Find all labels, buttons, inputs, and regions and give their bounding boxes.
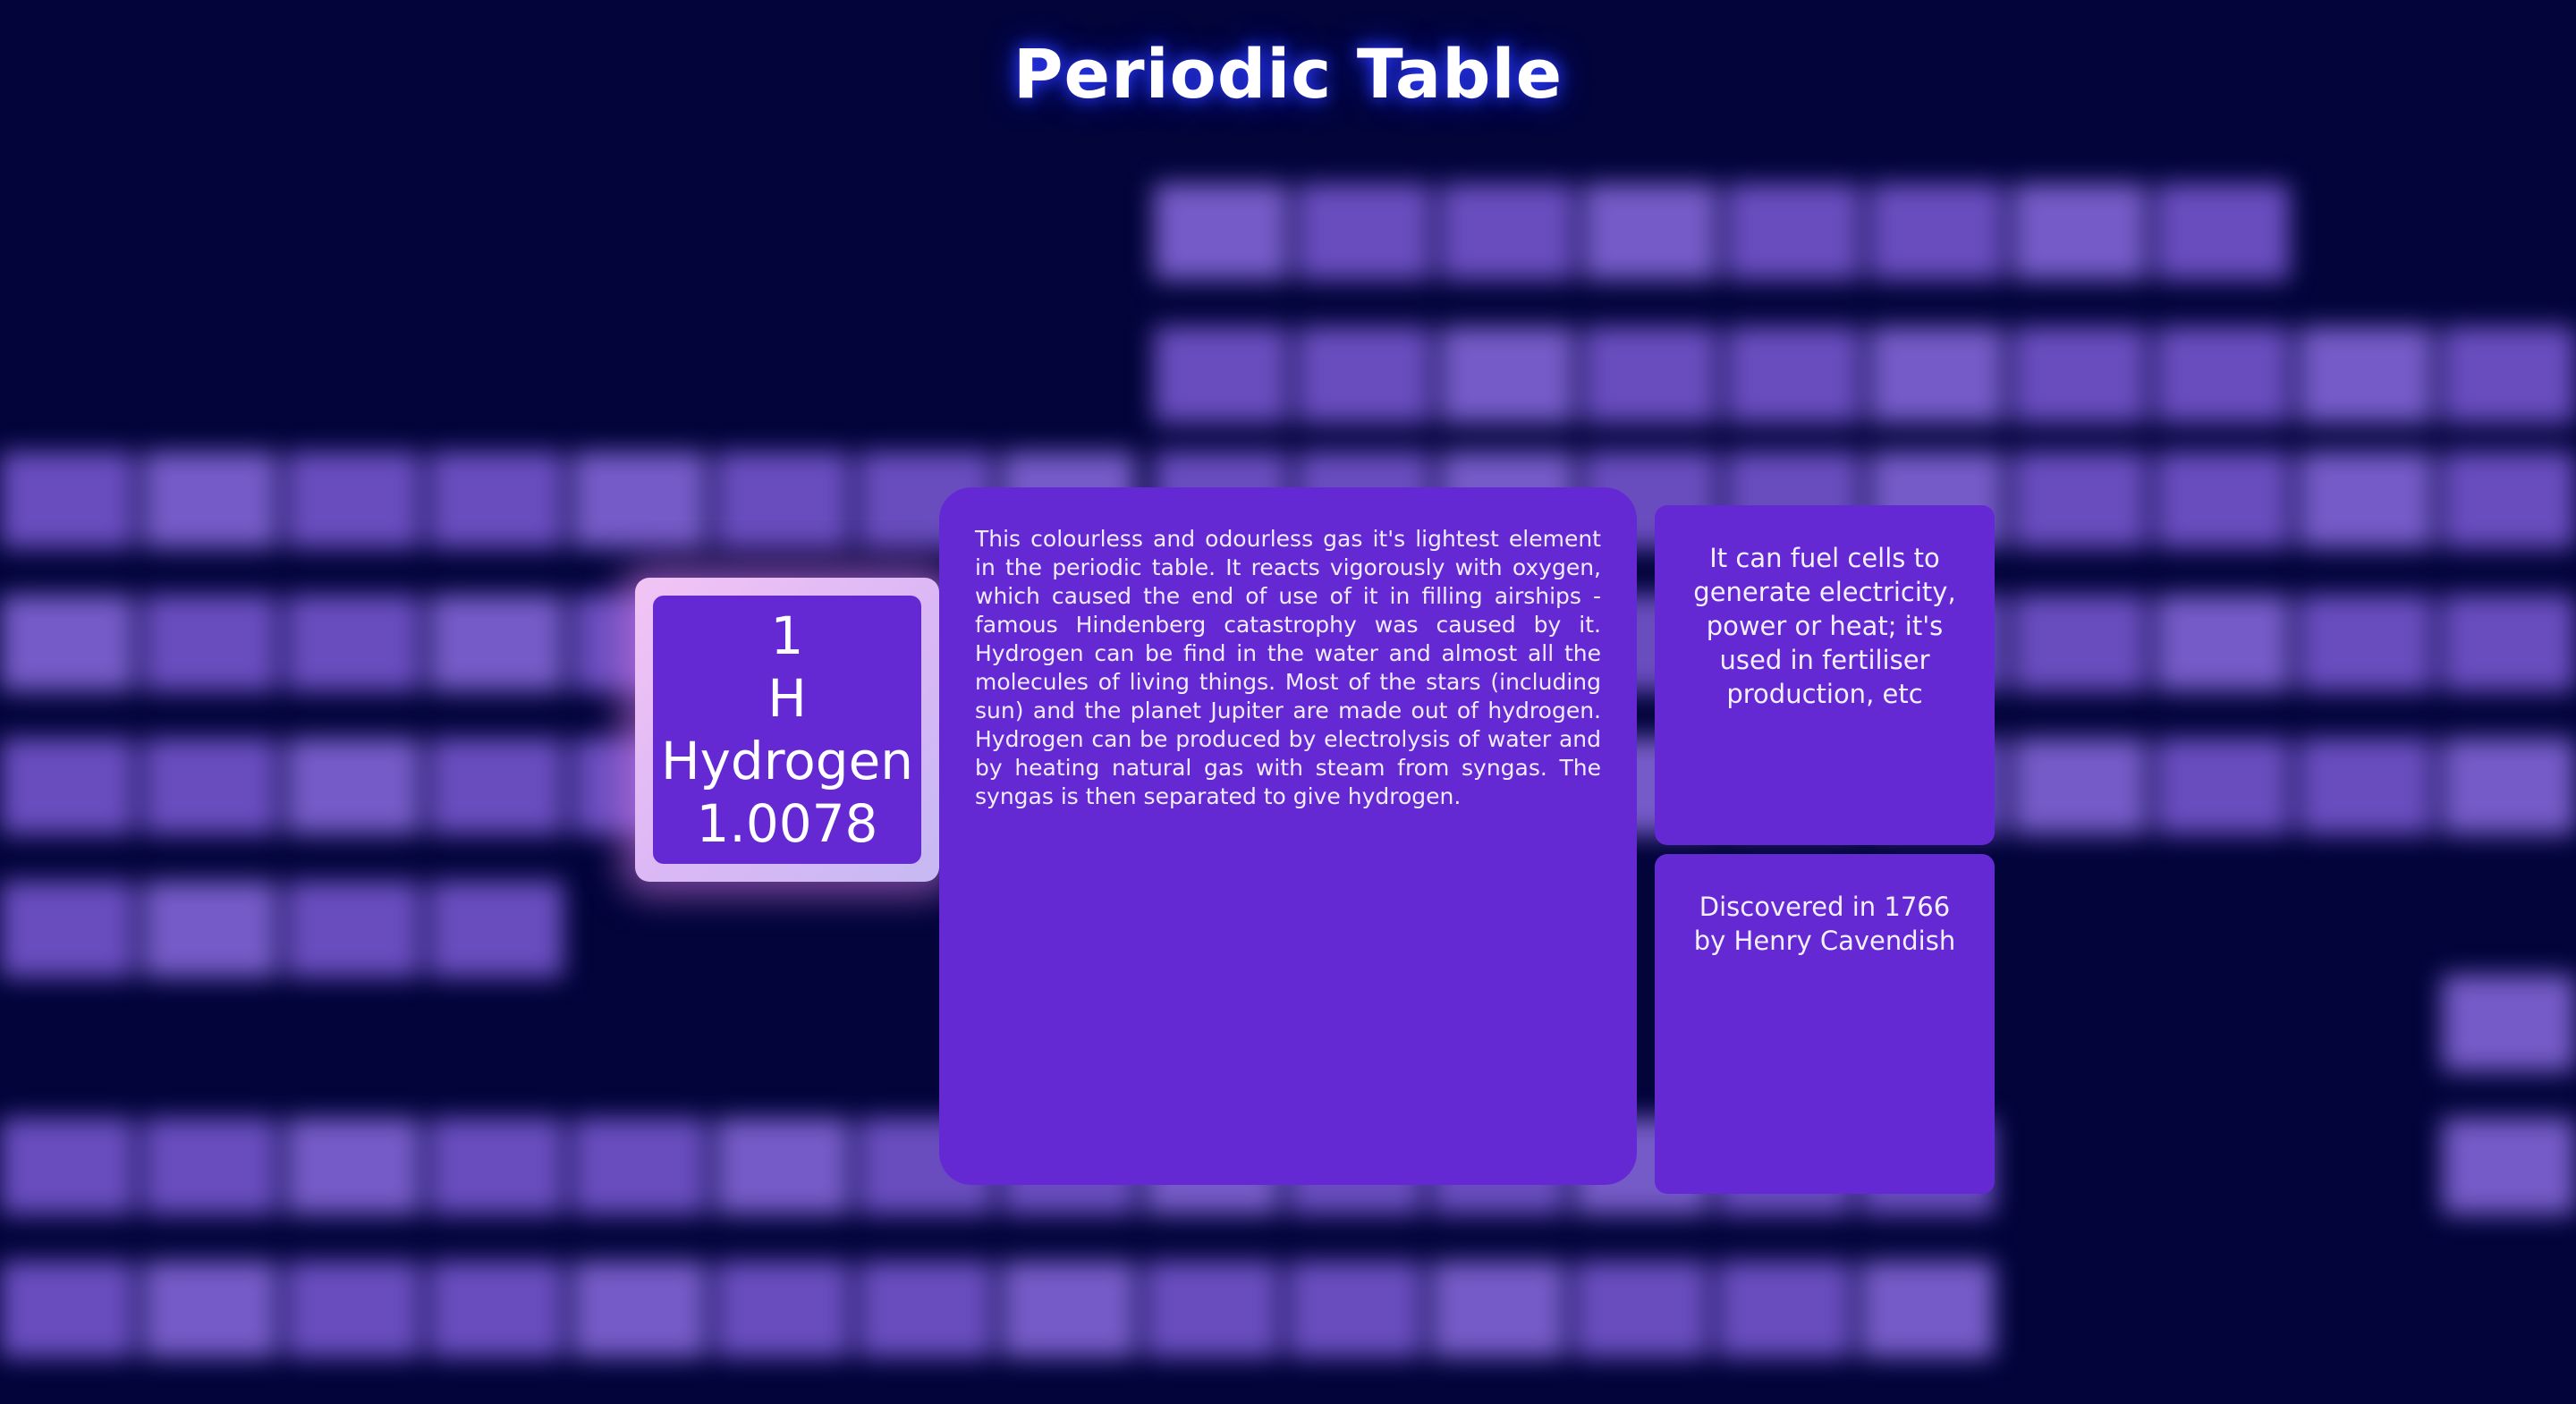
page-title: Periodic Table: [1013, 34, 1563, 114]
discovery-card: Discovered in 1766 by Henry Cavendish: [1655, 854, 1995, 1194]
uses-text: It can fuel cells to generate electricit…: [1693, 543, 1956, 709]
element-symbol: H: [767, 668, 807, 729]
element-tile-content: 1 H Hydrogen 1.0078: [653, 596, 921, 864]
element-detail-overlay: 1 H Hydrogen 1.0078 This colourless and …: [0, 0, 2576, 1404]
element-name: Hydrogen: [660, 731, 914, 791]
description-panel: This colourless and odourless gas it's l…: [939, 487, 1637, 1185]
atomic-mass: 1.0078: [696, 793, 878, 854]
uses-card: It can fuel cells to generate electricit…: [1655, 505, 1995, 845]
selected-element-tile[interactable]: 1 H Hydrogen 1.0078: [635, 578, 939, 882]
atomic-number: 1: [770, 605, 804, 666]
discovery-text: Discovered in 1766 by Henry Cavendish: [1693, 892, 1956, 956]
description-text: This colourless and odourless gas it's l…: [975, 526, 1601, 809]
